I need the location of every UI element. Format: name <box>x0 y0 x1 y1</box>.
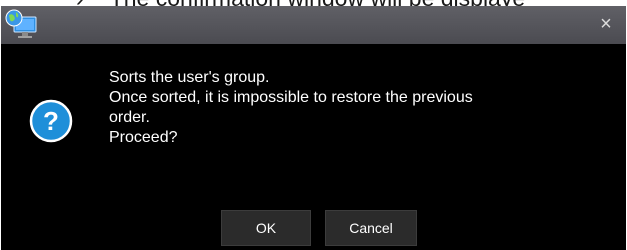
message-line: Sorts the user's group. <box>109 69 270 86</box>
message-line: Proceed? <box>109 129 178 146</box>
question-icon: ? <box>29 99 73 143</box>
globe-monitor-icon <box>5 9 39 41</box>
ok-button[interactable]: OK <box>221 210 311 246</box>
message-line: Once sorted, it is impossible to restore… <box>109 89 473 106</box>
title-bar[interactable]: × <box>1 6 626 44</box>
confirmation-dialog: × ? Sorts the user's group. Once sorted,… <box>1 6 626 250</box>
cancel-button[interactable]: Cancel <box>325 210 417 246</box>
close-button[interactable]: × <box>596 14 616 34</box>
svg-text:?: ? <box>43 106 59 136</box>
message-text: Sorts the user's group. Once sorted, it … <box>109 68 589 148</box>
message-line: order. <box>109 109 150 126</box>
